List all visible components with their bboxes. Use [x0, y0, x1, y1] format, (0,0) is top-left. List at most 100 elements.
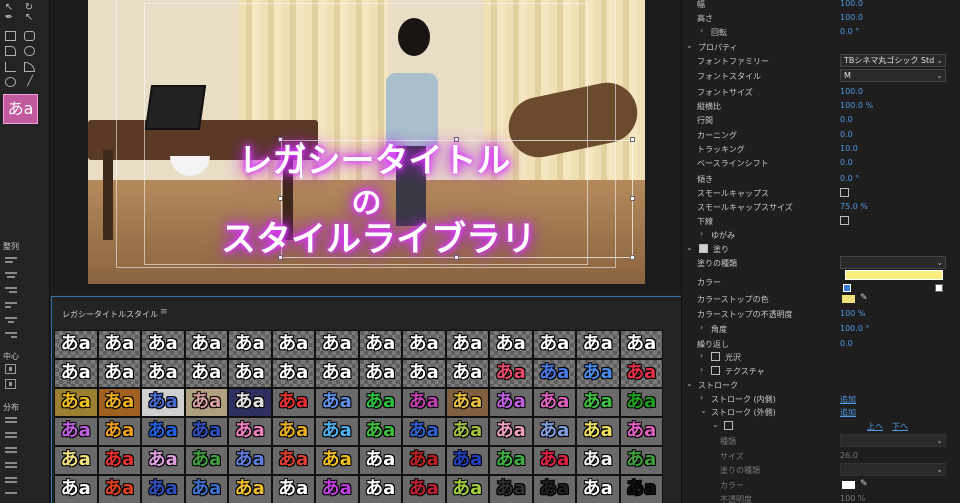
align-bottom-icon[interactable] — [5, 330, 17, 340]
style-swatch-cell[interactable]: あa — [576, 330, 620, 359]
fill-checkbox[interactable] — [699, 244, 708, 253]
style-swatch-cell[interactable]: あa — [141, 446, 185, 475]
style-swatch-cell[interactable]: あa — [445, 330, 489, 359]
align-right-icon[interactable] — [5, 285, 17, 295]
style-swatch-cell[interactable]: あa — [184, 446, 228, 475]
move-up-link[interactable]: 上へ — [867, 421, 883, 432]
style-swatch-cell[interactable]: あa — [358, 417, 402, 446]
style-swatch-cell[interactable]: あa — [315, 446, 359, 475]
prop-section-properties[interactable]: ⌄ プロパティ — [682, 40, 960, 54]
inner-stroke-add-link[interactable]: 追加 — [840, 394, 856, 405]
ellipse-tool-icon[interactable] — [5, 77, 16, 87]
style-swatch-cell[interactable]: あa — [184, 330, 228, 359]
style-swatch-cell[interactable]: あa — [358, 330, 402, 359]
smallcaps-size-value[interactable]: 75.0 % — [840, 202, 868, 211]
line-tool-icon[interactable]: ╱ — [24, 76, 36, 88]
stroke-size-value[interactable]: 26.0 — [840, 451, 858, 460]
style-swatch-cell[interactable]: あa — [97, 359, 141, 388]
chevron-down-icon[interactable]: ⌄ — [686, 243, 693, 252]
style-swatch-cell[interactable]: あa — [141, 330, 185, 359]
align-top-icon[interactable] — [5, 300, 17, 310]
style-swatch-cell[interactable]: あa — [271, 388, 315, 417]
aspect-value[interactable]: 100.0 % — [840, 101, 873, 110]
eyedropper-icon[interactable]: ✎ — [860, 293, 868, 303]
style-swatch-cell[interactable]: あa — [315, 359, 359, 388]
style-swatch-cell[interactable]: あa — [97, 330, 141, 359]
style-swatch-cell[interactable]: あa — [532, 446, 576, 475]
style-swatch-cell[interactable]: あa — [54, 475, 98, 503]
direct-select-icon[interactable]: ↖ — [23, 12, 35, 24]
style-swatch-cell[interactable]: あa — [576, 446, 620, 475]
style-swatch-cell[interactable]: あa — [445, 417, 489, 446]
gradient-stop-left[interactable] — [843, 284, 851, 292]
style-swatch-cell[interactable]: あa — [141, 359, 185, 388]
style-swatch-cell[interactable]: あa — [532, 475, 576, 503]
style-swatch-cell[interactable]: あa — [619, 388, 663, 417]
stroke-fill-type-dropdown[interactable]: ⌄ — [840, 463, 946, 476]
style-swatch-cell[interactable]: あa — [402, 359, 446, 388]
current-style-swatch[interactable]: あa — [3, 94, 38, 124]
outer-stroke-add-link[interactable]: 追加 — [840, 407, 856, 418]
gradient-bar[interactable] — [845, 270, 943, 280]
stroke-type-dropdown[interactable]: ⌄ — [840, 434, 946, 447]
style-swatch-cell[interactable]: あa — [358, 475, 402, 503]
style-swatch-cell[interactable]: あa — [54, 446, 98, 475]
style-swatch-cell[interactable]: あa — [619, 417, 663, 446]
chevron-down-icon[interactable]: ⌄ — [700, 406, 707, 415]
distribute-spacing-icon[interactable] — [5, 490, 17, 500]
style-swatch-cell[interactable]: あa — [184, 417, 228, 446]
move-down-link[interactable]: 下へ — [892, 421, 908, 432]
distribute-center-icon[interactable] — [5, 430, 17, 440]
style-swatch-cell[interactable]: あa — [576, 359, 620, 388]
style-swatch-cell[interactable]: あa — [184, 388, 228, 417]
style-swatch-cell[interactable]: あa — [271, 417, 315, 446]
style-swatch-cell[interactable]: あa — [402, 388, 446, 417]
style-swatch-cell[interactable]: あa — [358, 359, 402, 388]
rounded-rect-tool-icon[interactable] — [24, 31, 35, 41]
title-text-line-1[interactable]: レガシータイトル — [96, 133, 645, 182]
chevron-right-icon[interactable]: › — [700, 323, 703, 332]
eyedropper-icon[interactable]: ✎ — [860, 479, 868, 489]
style-swatch-cell[interactable]: あa — [489, 359, 533, 388]
align-center-icon[interactable] — [5, 270, 17, 280]
chevron-down-icon[interactable]: ⌄ — [686, 379, 693, 388]
style-swatch-cell[interactable]: あa — [271, 330, 315, 359]
style-swatch-cell[interactable]: あa — [445, 388, 489, 417]
style-swatch-cell[interactable]: あa — [445, 359, 489, 388]
chevron-right-icon[interactable]: › — [700, 26, 703, 35]
round-corner-tool-icon[interactable] — [24, 46, 35, 56]
prop-section-fill[interactable]: ⌄ 塗り — [682, 242, 960, 256]
style-swatch-cell[interactable]: あa — [576, 417, 620, 446]
style-swatch-cell[interactable]: あa — [445, 446, 489, 475]
style-swatch-cell[interactable]: あa — [402, 330, 446, 359]
style-swatch-cell[interactable]: あa — [228, 417, 272, 446]
repeat-value[interactable]: 0.0 — [840, 339, 853, 348]
style-swatch-cell[interactable]: あa — [97, 475, 141, 503]
clipped-rect-tool-icon[interactable] — [5, 46, 16, 56]
style-swatch-cell[interactable]: あa — [489, 446, 533, 475]
font-style-dropdown[interactable]: M ⌄ — [840, 69, 946, 82]
style-swatch-cell[interactable]: あa — [489, 388, 533, 417]
style-swatch-cell[interactable]: あa — [315, 417, 359, 446]
style-swatch-cell[interactable]: あa — [532, 330, 576, 359]
style-swatch-cell[interactable]: あa — [402, 446, 446, 475]
style-swatch-cell[interactable]: あa — [489, 330, 533, 359]
style-swatch-cell[interactable]: あa — [54, 359, 98, 388]
rectangle-tool-icon[interactable] — [5, 31, 16, 41]
style-swatch-cell[interactable]: あa — [141, 475, 185, 503]
style-swatch-cell[interactable]: あa — [271, 446, 315, 475]
style-swatch-cell[interactable]: あa — [54, 388, 98, 417]
smallcaps-checkbox[interactable] — [840, 188, 849, 197]
style-swatch-cell[interactable]: あa — [315, 475, 359, 503]
wedge-tool-icon[interactable] — [5, 62, 16, 72]
style-swatch-cell[interactable]: あa — [445, 475, 489, 503]
style-swatch-cell[interactable]: あa — [532, 359, 576, 388]
align-middle-icon[interactable] — [5, 315, 17, 325]
style-swatch-cell[interactable]: あa — [402, 417, 446, 446]
chevron-right-icon[interactable]: › — [700, 365, 703, 374]
distribute-left-icon[interactable] — [5, 415, 17, 425]
align-left-icon[interactable] — [5, 255, 17, 265]
video-preview[interactable]: レガシータイトル の スタイルライブラリ — [88, 0, 645, 284]
style-swatch-cell[interactable]: あa — [315, 330, 359, 359]
style-swatch-cell[interactable]: あa — [358, 388, 402, 417]
